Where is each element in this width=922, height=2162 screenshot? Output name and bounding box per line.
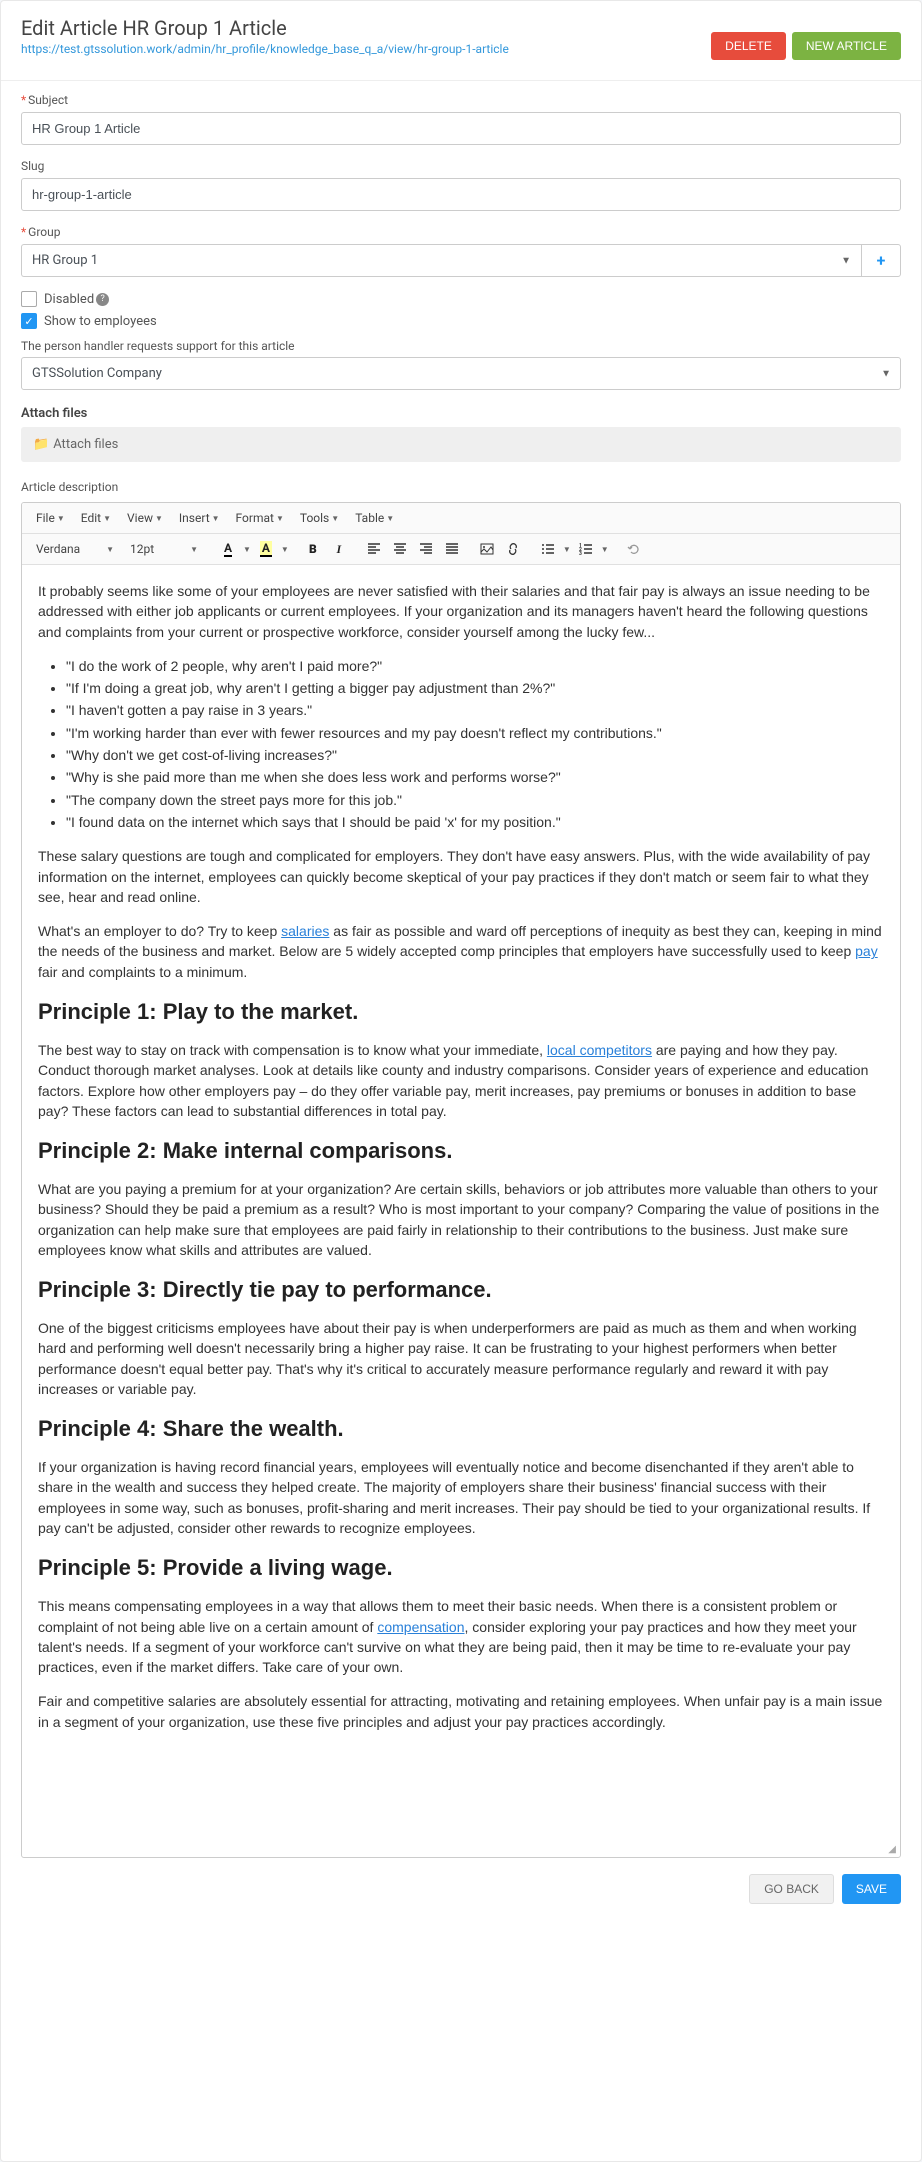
slug-input[interactable] (21, 178, 901, 211)
folder-icon: 📁 (33, 437, 49, 452)
bullet-list-button[interactable] (537, 538, 559, 560)
editor-content-area[interactable]: It probably seems like some of your empl… (22, 565, 900, 1842)
align-center-button[interactable] (389, 538, 411, 560)
compensation-link[interactable]: compensation (377, 1619, 464, 1635)
font-family-select[interactable]: Verdana▼ (30, 538, 120, 560)
group-label: *Group (21, 225, 901, 239)
slug-label: Slug (21, 159, 901, 173)
show-employees-label: Show to employees (44, 314, 157, 329)
italic-button[interactable]: I (328, 538, 350, 560)
go-back-button[interactable]: GO BACK (749, 1874, 834, 1904)
menu-file[interactable]: File▼ (30, 507, 71, 529)
new-article-button[interactable]: NEW ARTICLE (792, 32, 901, 60)
font-size-select[interactable]: 12pt▼ (124, 538, 204, 560)
disabled-label: Disabled (44, 292, 94, 307)
menu-edit[interactable]: Edit▼ (75, 507, 117, 529)
undo-button[interactable] (622, 538, 644, 560)
menu-view[interactable]: View▼ (121, 507, 169, 529)
editor-toolbar: Verdana▼ 12pt▼ A▼ A▼ B I ▼ 123▼ (22, 534, 900, 565)
salaries-link[interactable]: salaries (281, 923, 329, 939)
menu-table[interactable]: Table▼ (349, 507, 400, 529)
menu-tools[interactable]: Tools▼ (294, 507, 345, 529)
subject-input[interactable] (21, 112, 901, 145)
link-button[interactable] (502, 538, 524, 560)
rich-text-editor: File▼ Edit▼ View▼ Insert▼ Format▼ Tools▼… (21, 502, 901, 1858)
align-left-button[interactable] (363, 538, 385, 560)
handler-label: The person handler requests support for … (21, 339, 901, 353)
align-justify-button[interactable] (441, 538, 463, 560)
pay-link[interactable]: pay (855, 943, 878, 959)
page-url-link[interactable]: https://test.gtssolution.work/admin/hr_p… (21, 42, 509, 56)
align-right-button[interactable] (415, 538, 437, 560)
resize-handle[interactable]: ◢ (22, 1842, 900, 1857)
attach-files-button[interactable]: 📁 Attach files (21, 427, 901, 462)
competitors-link[interactable]: local competitors (547, 1042, 652, 1058)
delete-button[interactable]: DELETE (711, 32, 786, 60)
svg-text:3: 3 (579, 551, 582, 556)
bg-color-button[interactable]: A (255, 538, 277, 560)
add-group-button[interactable]: + (861, 244, 901, 277)
save-button[interactable]: SAVE (842, 1874, 901, 1904)
text-color-button[interactable]: A (217, 538, 239, 560)
image-button[interactable] (476, 538, 498, 560)
disabled-checkbox[interactable] (21, 291, 37, 307)
menu-format[interactable]: Format▼ (230, 507, 290, 529)
group-select[interactable]: HR Group 1 (21, 244, 861, 277)
numbered-list-button[interactable]: 123 (575, 538, 597, 560)
page-title: Edit Article HR Group 1 Article (21, 16, 711, 40)
menu-insert[interactable]: Insert▼ (173, 507, 226, 529)
subject-label: *Subject (21, 93, 901, 107)
help-icon[interactable]: ? (96, 293, 109, 306)
editor-menu-bar: File▼ Edit▼ View▼ Insert▼ Format▼ Tools▼… (22, 503, 900, 534)
attach-section-label: Attach files (21, 406, 901, 421)
bold-button[interactable]: B (302, 538, 324, 560)
description-label: Article description (21, 480, 901, 494)
handler-select[interactable]: GTSSolution Company (21, 357, 901, 390)
show-employees-checkbox[interactable]: ✓ (21, 313, 37, 329)
